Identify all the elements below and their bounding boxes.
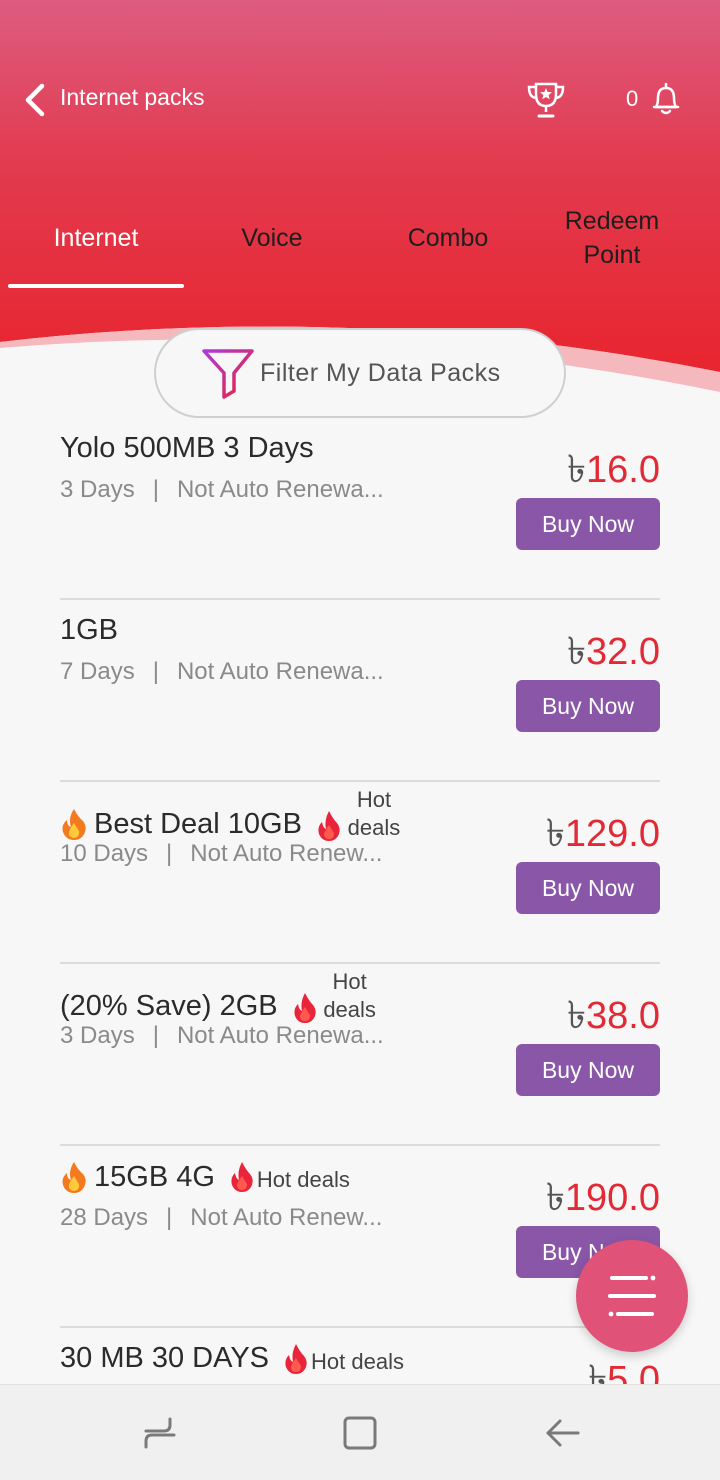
tab-redeem-point[interactable]: Redeem Point <box>536 190 688 286</box>
pack-item: 15GB 4G Hot deals 28 Days | Not Auto Renew..… <box>60 1146 660 1328</box>
pack-price: ৳190.0 <box>546 1168 660 1232</box>
pack-list[interactable]: Yolo 500MB 3 Days 3 Days | Not Auto Renewa.… <box>0 418 720 1384</box>
pack-name: Best Deal 10GB <box>94 807 302 840</box>
price-value: 129.0 <box>564 813 660 855</box>
currency-symbol: ৳ <box>545 813 565 855</box>
price-value: 5.0 <box>607 1359 660 1384</box>
fire-icon <box>62 1162 86 1193</box>
fire-icon <box>318 811 340 841</box>
pack-name: Yolo 500MB 3 Days <box>60 432 314 464</box>
hot-deals-label: Hot deals <box>323 969 376 1022</box>
pack-price: ৳32.0 <box>567 622 660 686</box>
currency-symbol: ৳ <box>545 1177 565 1219</box>
pack-price: ৳16.0 <box>567 440 660 504</box>
pack-name-row: 15GB 4G Hot deals <box>60 1160 350 1194</box>
active-tab-indicator <box>8 284 184 288</box>
fire-icon <box>285 1343 307 1374</box>
top-bar: Internet packs 0 <box>0 60 720 140</box>
pack-renewal: Not Auto Renew... <box>190 1204 383 1231</box>
pack-validity: 10 Days <box>60 840 149 867</box>
home-icon[interactable] <box>342 1415 378 1451</box>
back-nav-icon[interactable] <box>544 1415 580 1451</box>
pack-name: 30 MB 30 DAYS <box>60 1342 270 1374</box>
buy-now-button[interactable]: Buy Now <box>516 498 660 550</box>
pack-name-row: 1GB <box>60 614 118 647</box>
tab-voice[interactable]: Voice <box>184 190 360 286</box>
buy-now-button[interactable]: Buy Now <box>516 862 660 914</box>
meta-separator: | <box>152 476 159 503</box>
pack-item: 30 MB 30 DAYS Hot deals ৳5.0 <box>60 1328 660 1384</box>
hot-deals-label: Hot deals <box>347 787 401 840</box>
filter-data-packs-button[interactable]: Filter My Data Packs <box>154 328 566 418</box>
currency-symbol: ৳ <box>567 631 587 673</box>
hot-deals-label: Hot deals <box>256 1167 350 1192</box>
menu-fab-button[interactable] <box>576 1240 688 1352</box>
pack-name-row: 30 MB 30 DAYS Hot deals <box>60 1342 404 1375</box>
currency-symbol: ৳ <box>567 449 587 491</box>
notification-count: 0 <box>626 86 639 111</box>
pack-item: (20% Save) 2GB Hot deals 3 Days | Not Auto R… <box>60 964 660 1146</box>
pack-validity: 3 Days <box>60 476 135 503</box>
pack-meta: 3 Days | Not Auto Renewa... <box>60 476 384 504</box>
meta-separator: | <box>152 658 159 685</box>
fire-icon <box>231 1162 253 1192</box>
fire-icon <box>294 993 316 1023</box>
pack-name: 15GB 4G <box>94 1160 215 1193</box>
pack-price: ৳38.0 <box>567 986 660 1050</box>
fire-icon <box>62 809 86 840</box>
trophy-icon[interactable] <box>524 78 568 122</box>
tab-internet[interactable]: Internet <box>8 190 184 286</box>
pack-name: (20% Save) 2GB <box>60 989 278 1022</box>
pack-item: 1GB 7 Days | Not Auto Renewa... ৳32.0 Buy Now <box>60 600 660 782</box>
buy-now-button[interactable]: Buy Now <box>516 680 660 732</box>
pack-validity: 28 Days <box>60 1204 149 1231</box>
tab-bar: Internet Voice Combo Redeem Point <box>0 190 720 290</box>
meta-separator: | <box>166 1204 173 1231</box>
pack-meta: 3 Days | Not Auto Renewa... <box>60 1022 384 1050</box>
pack-item: Yolo 500MB 3 Days 3 Days | Not Auto Renewa.… <box>60 418 660 600</box>
pack-price: ৳129.0 <box>546 804 660 868</box>
price-value: 32.0 <box>586 631 660 673</box>
meta-separator: | <box>166 840 173 867</box>
hot-deals-badge: Hot deals <box>316 786 404 842</box>
recent-apps-icon[interactable] <box>142 1415 178 1451</box>
meta-separator: | <box>152 1022 159 1049</box>
hot-deals-badge: Hot deals <box>283 1343 404 1375</box>
pack-validity: 3 Days <box>60 1022 135 1049</box>
pack-renewal: Not Auto Renewa... <box>176 1022 384 1049</box>
hot-deals-badge: Hot deals <box>229 1161 350 1193</box>
pack-meta: 10 Days | Not Auto Renew... <box>60 840 382 868</box>
bell-icon[interactable] <box>650 80 682 118</box>
hot-deals-badge: Hot deals <box>292 968 380 1024</box>
pack-name: 1GB <box>60 614 119 646</box>
pack-meta: 7 Days | Not Auto Renewa... <box>60 658 384 686</box>
page-title: Internet packs <box>60 84 205 110</box>
pack-item: Best Deal 10GB Hot deals 10 Days | Not Auto … <box>60 782 660 964</box>
hot-deals-label: Hot deals <box>311 1348 404 1374</box>
filter-label: Filter My Data Packs <box>260 358 501 387</box>
menu-icon <box>608 1275 656 1317</box>
pack-validity: 7 Days <box>60 658 135 685</box>
pack-price: ৳5.0 <box>588 1350 660 1384</box>
buy-now-button[interactable]: Buy Now <box>516 1044 660 1096</box>
chevron-left-icon[interactable] <box>18 80 52 120</box>
currency-symbol: ৳ <box>588 1359 608 1384</box>
system-navigation-bar <box>0 1384 720 1480</box>
pack-renewal: Not Auto Renewa... <box>176 658 384 685</box>
currency-symbol: ৳ <box>567 995 587 1037</box>
pack-renewal: Not Auto Renewa... <box>176 476 384 503</box>
price-value: 38.0 <box>586 995 660 1037</box>
tab-combo[interactable]: Combo <box>360 190 536 286</box>
price-value: 190.0 <box>564 1177 660 1219</box>
price-value: 16.0 <box>586 449 660 491</box>
pack-renewal: Not Auto Renew... <box>190 840 383 867</box>
pack-name-row: Yolo 500MB 3 Days <box>60 432 314 465</box>
filter-funnel-icon <box>202 349 254 399</box>
pack-meta: 28 Days | Not Auto Renew... <box>60 1204 382 1232</box>
